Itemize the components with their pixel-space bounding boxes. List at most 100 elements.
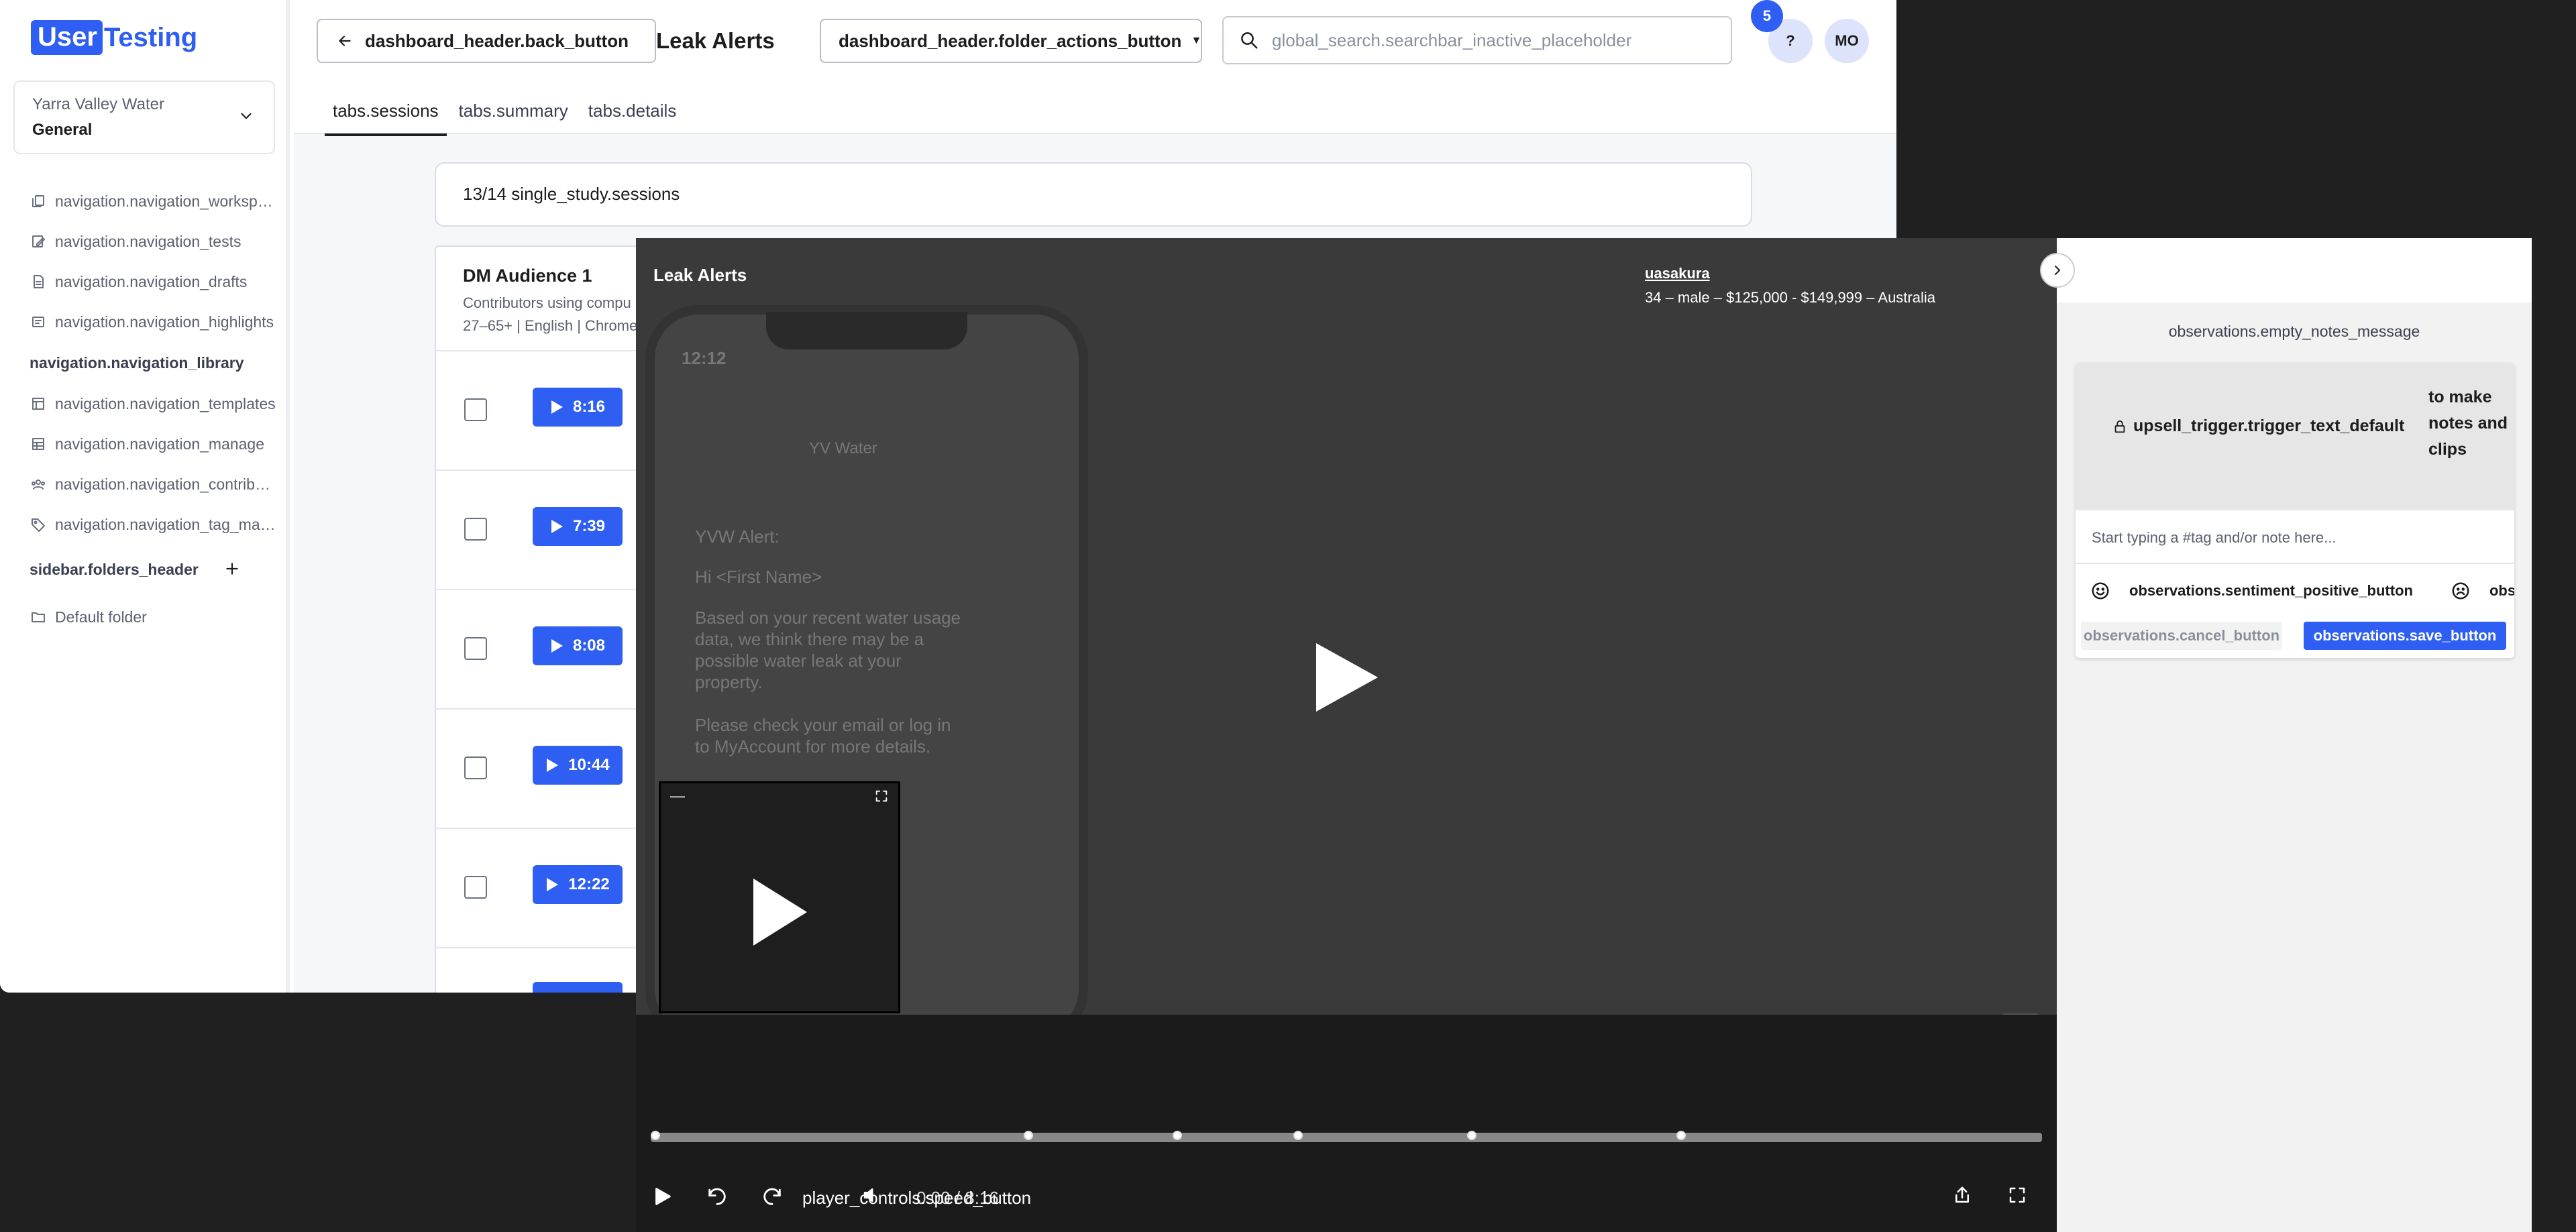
collapse-panel-button[interactable] [2040,253,2075,288]
session-checkbox[interactable] [464,398,487,421]
video-title: Leak Alerts [653,265,747,285]
note-actions: observations.cancel_button observations.… [2076,618,2514,658]
participant-username[interactable]: uasakura [1645,265,1710,282]
smile-icon[interactable] [2090,580,2110,602]
empty-notes-message: observations.empty_notes_message [2168,323,2420,340]
progress-scrubber[interactable] [651,1131,2042,1142]
play-session-button[interactable]: 12:22 [533,865,623,904]
sentiment-negative-button[interactable]: obse [2489,582,2514,600]
tab-sessions[interactable]: tabs.sessions [325,101,447,136]
sidebar-item-label: navigation.navigation_highlights [55,313,274,331]
sidebar-item-manage[interactable]: navigation.navigation_manage [30,431,278,457]
sidebar-item-tag-manager[interactable]: navigation.navigation_tag_manager [30,511,278,538]
sidebar-item-highlights[interactable]: navigation.navigation_highlights [30,309,278,335]
workspace-team: General [32,121,93,139]
search-placeholder: global_search.searchbar_inactive_placeho… [1272,30,1632,50]
session-duration: 10:44 [568,756,610,774]
note-card: upsell_trigger.trigger_text_default to m… [2076,363,2514,658]
timeline-marker[interactable] [651,1131,660,1140]
sidebar-item-drafts[interactable]: navigation.navigation_drafts [30,268,278,295]
timeline-marker[interactable] [1676,1131,1686,1140]
save-button[interactable]: observations.save_button [2304,622,2506,650]
tab-details[interactable]: tabs.details [580,101,685,136]
logo-text-part2: Testing [103,23,198,52]
time-label: 0:00 / 8:16 [916,1188,999,1208]
expand-icon[interactable] [874,789,889,803]
picture-in-picture[interactable]: — [659,781,900,1013]
rewind-icon[interactable] [706,1185,729,1208]
tag-icon [30,516,47,533]
fullscreen-icon[interactable] [2007,1185,2027,1205]
big-play-icon[interactable] [1313,640,1381,714]
session-duration: 8:16 [572,398,606,416]
cancel-button[interactable]: observations.cancel_button [2081,622,2282,650]
phone-notch [766,312,967,349]
sidebar-item-workspace[interactable]: navigation.navigation_workspace [30,188,278,215]
sidebar-item-label: navigation.navigation_tag_manager [55,515,278,533]
timeline-marker[interactable] [1467,1131,1477,1140]
arrow-left-icon [335,32,354,50]
folder-actions-button[interactable]: dashboard_header.folder_actions_button ▼ [820,19,1202,63]
workspace-selector[interactable]: Yarra Valley Water General [13,80,275,154]
pip-play-icon[interactable] [752,877,808,947]
share-icon[interactable] [1952,1185,1972,1205]
session-checkbox[interactable] [464,876,487,899]
session-duration: 8:08 [572,636,606,655]
session-duration: 7:39 [572,517,606,535]
player-controls: player_controls.speed_button 0:00 / 8:16 [636,1177,2057,1217]
sidebar-item-templates[interactable]: navigation.navigation_templates [30,390,278,417]
notes-header [2057,238,2532,302]
back-button-label: dashboard_header.back_button [365,30,629,51]
global-search-input[interactable]: global_search.searchbar_inactive_placeho… [1222,16,1732,64]
play-session-button[interactable]: 7:39 [533,507,623,546]
play-session-button[interactable]: 8:08 [533,626,623,665]
sidebar-item-label: navigation.navigation_drafts [55,272,248,290]
notification-badge[interactable]: 5 [1751,0,1783,32]
tab-bar: tabs.sessions tabs.summary tabs.details [325,101,688,136]
play-icon[interactable] [651,1185,674,1208]
sidebar-item-tests[interactable]: navigation.navigation_tests [30,228,278,255]
frown-icon[interactable] [2451,580,2471,602]
note-input[interactable]: Start typing a #tag and/or note here... [2076,510,2514,564]
search-icon [1238,30,1260,51]
folders-header: sidebar.folders_header [30,561,199,578]
phone-line: Hi <First Name> [695,567,822,587]
sentiment-positive-button[interactable]: observations.sentiment_positive_button [2129,582,2413,600]
play-session-button[interactable]: 10:44 [533,746,623,785]
pip-toolbar: — [661,783,898,809]
add-folder-icon[interactable] [221,558,243,579]
minimize-icon[interactable]: — [670,787,685,805]
volume-icon[interactable] [861,1185,881,1205]
video-frame[interactable]: 12:12 YV Water YVW Alert: Hi <First Name… [636,238,2057,1015]
back-button[interactable]: dashboard_header.back_button [317,19,656,63]
video-player: 12:12 YV Water YVW Alert: Hi <First Name… [636,238,2057,1232]
timeline-marker[interactable] [1172,1131,1182,1140]
sidebar-item-label: navigation.navigation_contributors [55,475,278,493]
page-title: Leak Alerts [656,28,775,53]
play-session-button[interactable]: 8:16 [533,388,623,427]
phone-time: 12:12 [682,348,727,368]
avatar[interactable]: MO [1825,19,1869,63]
timeline-marker[interactable] [1293,1131,1303,1140]
users-icon [30,475,47,493]
play-icon [551,639,563,653]
tab-summary[interactable]: tabs.summary [451,101,576,136]
session-checkbox[interactable] [464,637,487,660]
timeline-marker[interactable] [1023,1131,1033,1140]
file-icon [30,273,47,290]
session-checkbox[interactable] [464,757,487,779]
table-icon [30,435,47,453]
logo-text-part1: User [31,20,103,55]
sidebar-item-label: navigation.navigation_tests [55,232,241,250]
forward-icon[interactable] [761,1185,784,1208]
play-icon [547,878,559,891]
sidebar-item-contributors[interactable]: navigation.navigation_contributors [30,471,278,498]
highlight-icon [30,313,47,331]
usertesting-logo[interactable]: User Testing [31,20,197,55]
sidebar-item-default-folder[interactable]: Default folder [30,604,278,630]
play-session-button[interactable] [533,982,623,993]
upsell-banner[interactable]: upsell_trigger.trigger_text_default to m… [2076,363,2514,510]
session-duration: 12:22 [568,875,610,893]
participant-demographics: 34 – male – $125,000 - $149,999 – Austra… [1645,289,1935,306]
session-checkbox[interactable] [464,518,487,541]
